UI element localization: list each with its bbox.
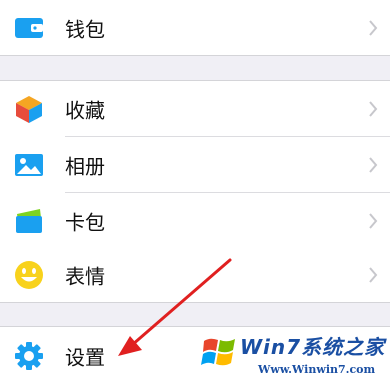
group-separator [0, 55, 390, 56]
chevron-right-icon [369, 212, 378, 229]
chevron-right-icon [369, 19, 378, 36]
menu-item-stickers[interactable]: 表情 [0, 247, 390, 302]
windows-logo-icon [201, 338, 235, 366]
menu-item-settings-label: 设置 [65, 345, 105, 370]
menu-item-card-package-label: 卡包 [65, 210, 105, 234]
card-package-icon [16, 208, 42, 233]
menu-item-wallet-label: 钱包 [65, 17, 105, 41]
menu-item-wallet[interactable]: 钱包 [0, 0, 390, 55]
menu-item-favorites-label: 收藏 [65, 98, 105, 122]
menu-item-card-package[interactable]: 卡包 [0, 193, 390, 248]
chevron-right-icon [369, 100, 378, 117]
menu-item-album-label: 相册 [65, 154, 105, 178]
menu-item-stickers-label: 表情 [65, 264, 105, 288]
menu-item-album[interactable]: 相册 [0, 137, 390, 192]
menu-item-favorites[interactable]: 收藏 [0, 81, 390, 136]
wallet-icon [15, 17, 43, 38]
album-picture-icon [15, 153, 43, 176]
chevron-right-icon [369, 266, 378, 283]
favorites-cube-icon [16, 95, 42, 123]
chevron-right-icon [369, 156, 378, 173]
watermark-url: Www.Winwin7.com [258, 363, 376, 376]
smiley-icon [15, 260, 43, 289]
group-separator [0, 302, 390, 303]
watermark-logo: Win7系统之家 Www.Winwin7.com [198, 327, 388, 383]
gear-icon [15, 342, 43, 370]
watermark-title: Win7系统之家 [240, 335, 386, 359]
